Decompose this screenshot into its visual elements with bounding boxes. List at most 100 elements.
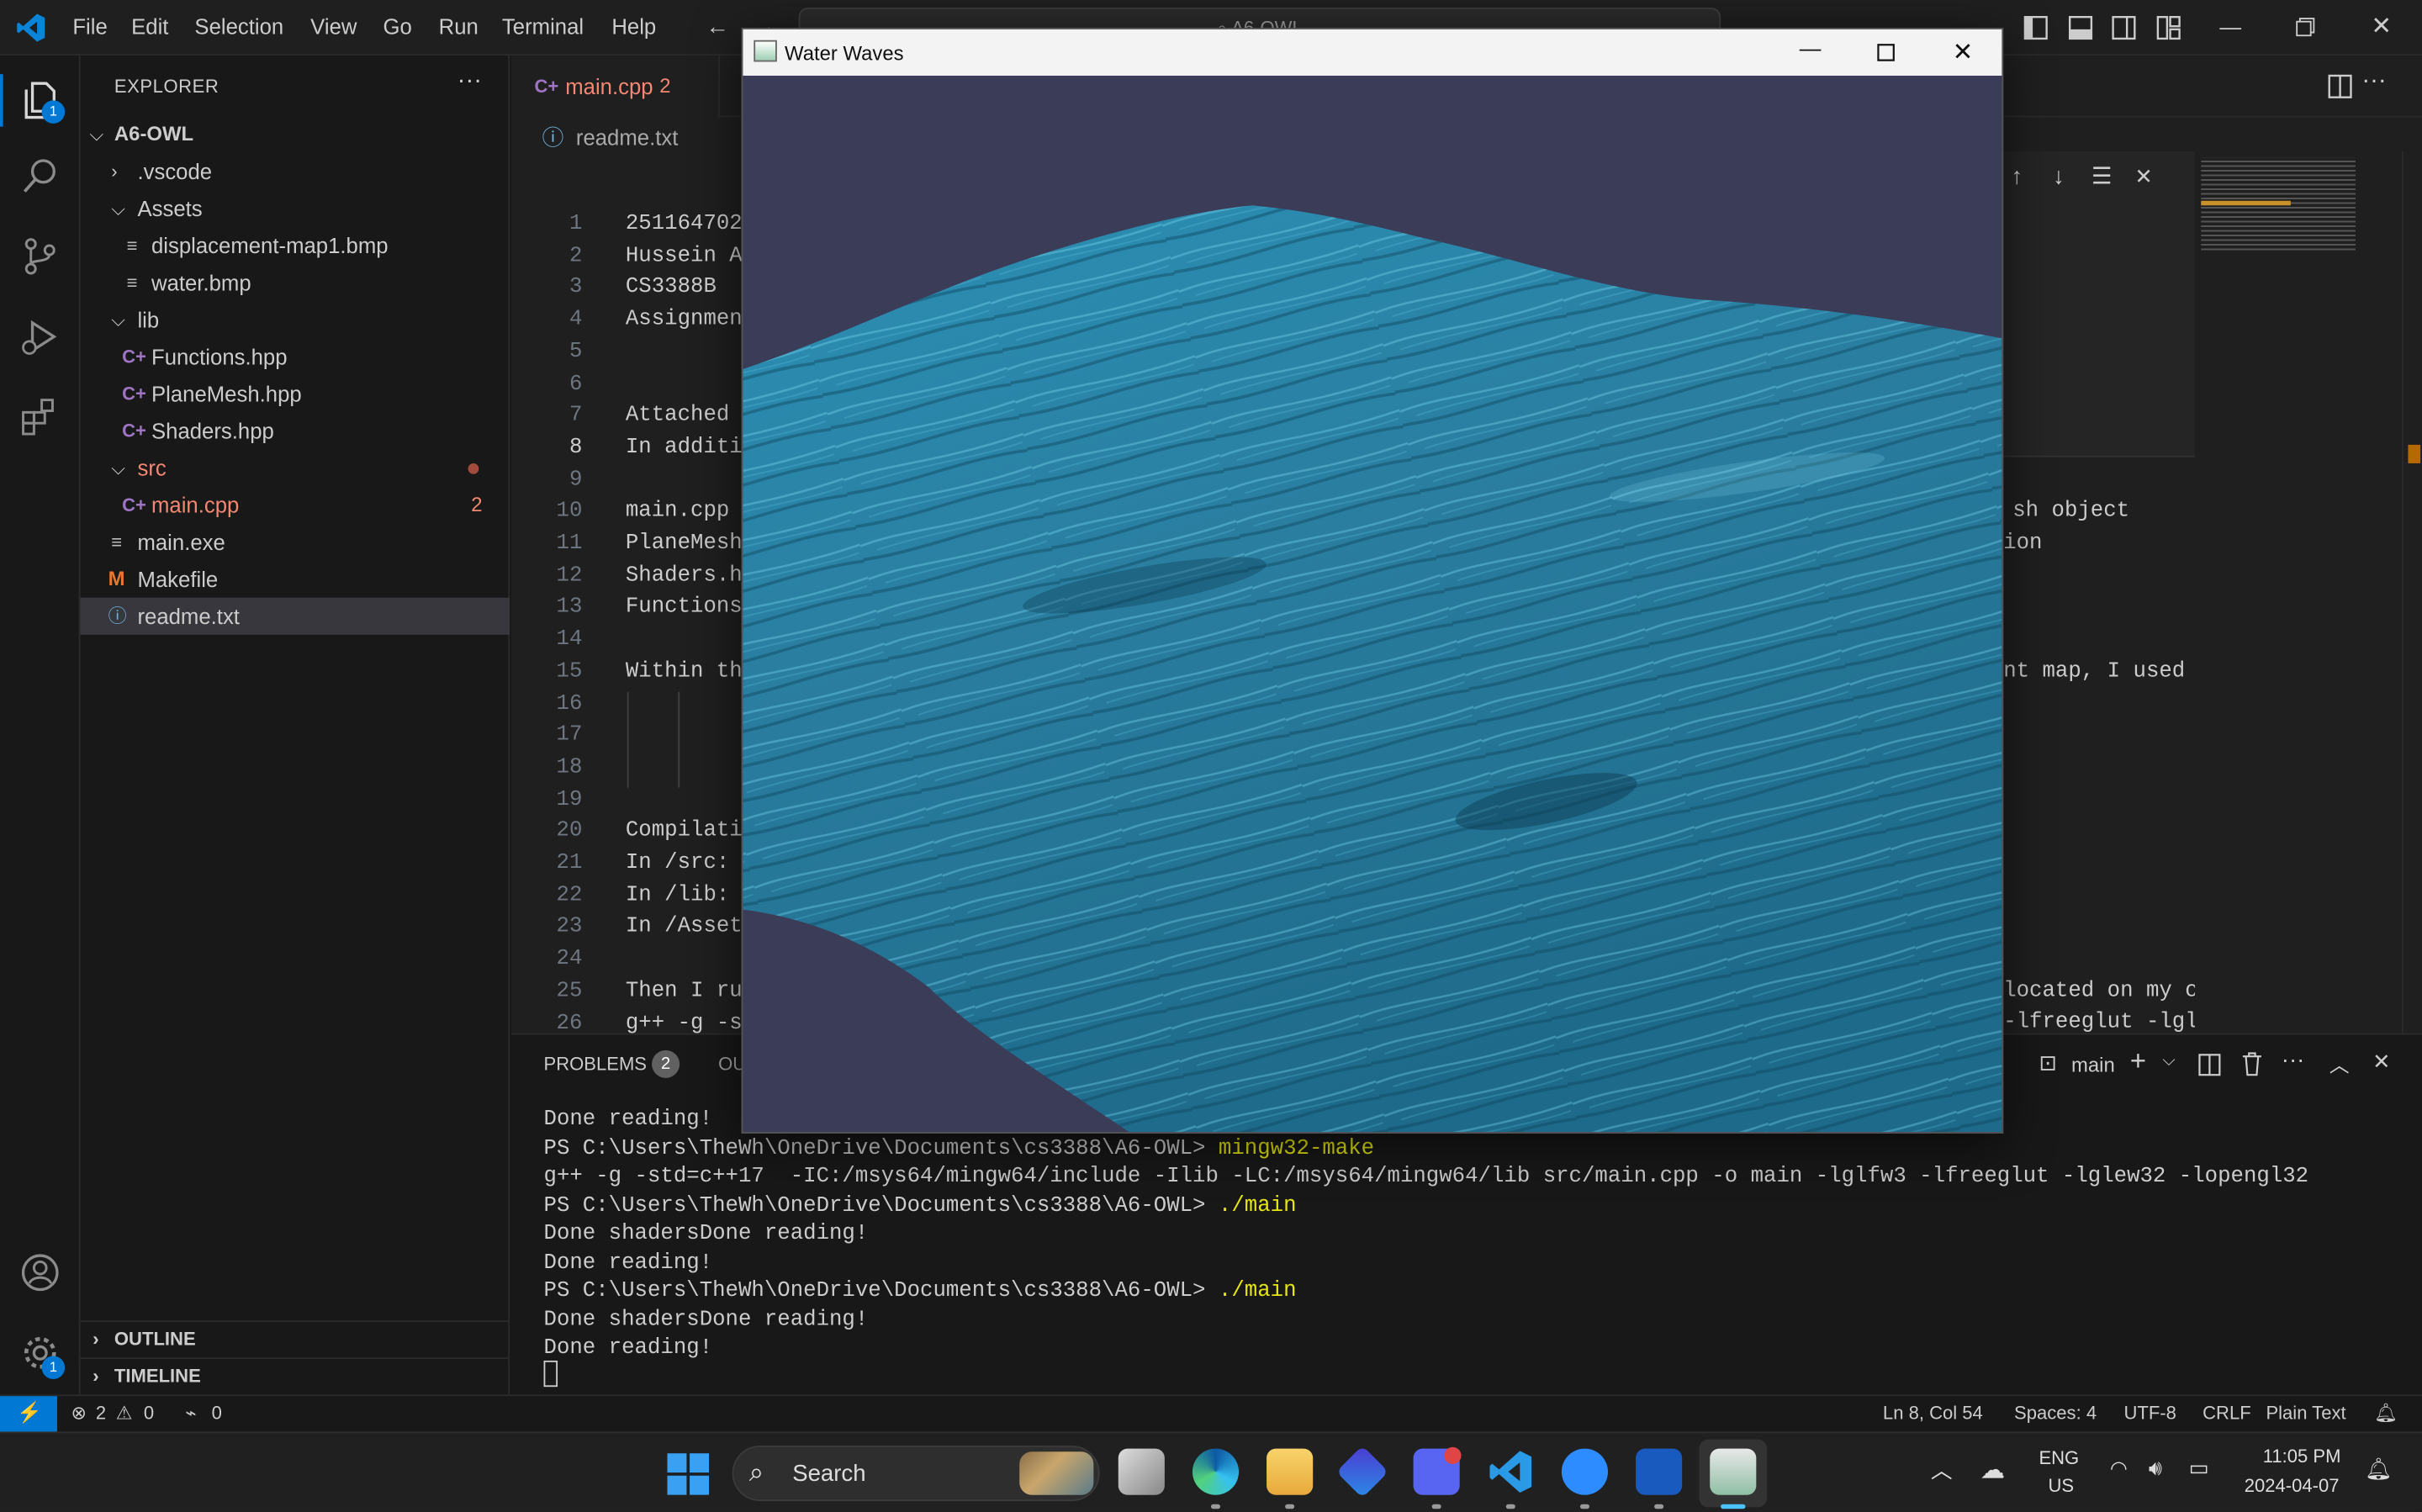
tree-item-main-cpp[interactable]: C+ main.cpp 2 [81, 486, 510, 523]
window-title-bar[interactable]: Water Waves — ✕ [743, 29, 2002, 76]
close-icon[interactable]: ✕ [1953, 37, 1974, 68]
zoom-icon[interactable] [1561, 1448, 1609, 1495]
modified-dot [468, 463, 479, 474]
back-arrow-icon[interactable]: ← [706, 14, 729, 40]
indent-guide [627, 690, 629, 787]
close-find-icon[interactable]: ✕ [2134, 164, 2153, 190]
taskbar-search[interactable]: ⌕ Search [732, 1445, 1100, 1502]
outline-section[interactable]: › OUTLINE [80, 1320, 510, 1357]
notification-bell-icon[interactable]: 🔔︎ [2365, 1456, 2393, 1483]
toggle-panel-icon[interactable] [2068, 15, 2093, 40]
battery-icon[interactable]: ▭ [2189, 1455, 2209, 1481]
code-line: In /lib: [625, 882, 743, 908]
tree-item-src[interactable]: ⌵ src [81, 449, 510, 486]
wifi-icon[interactable]: ◠ [2110, 1456, 2128, 1481]
minimap[interactable] [2194, 151, 2403, 1034]
encoding[interactable]: UTF-8 [2123, 1403, 2176, 1425]
search-icon[interactable] [19, 155, 61, 198]
minimize-icon[interactable]: — [1800, 35, 1822, 60]
tree-item-makefile[interactable]: M Makefile [81, 561, 510, 598]
split-editor-icon[interactable] [2328, 74, 2352, 98]
menu-run[interactable]: Run [439, 14, 479, 39]
maximize-panel-icon[interactable]: ︿ [2329, 1049, 2350, 1078]
close-panel-icon[interactable]: ✕ [2372, 1049, 2391, 1075]
run-debug-icon[interactable] [19, 315, 61, 358]
editor-more-icon[interactable]: ··· [2361, 68, 2386, 96]
end-of-line[interactable]: CRLF [2203, 1403, 2251, 1425]
account-icon[interactable] [19, 1251, 61, 1294]
tree-root[interactable]: ⌵ A6-OWL [81, 116, 510, 153]
clock-time[interactable]: 11:05 PM [2263, 1446, 2341, 1467]
new-terminal-icon[interactable]: + [2130, 1045, 2146, 1078]
menu-edit[interactable]: Edit [131, 14, 168, 39]
copilot-icon[interactable] [1335, 1446, 1389, 1499]
windows-start-icon[interactable] [667, 1453, 710, 1495]
tree-item-water-bmp[interactable]: ≡ water.bmp [81, 264, 510, 301]
split-terminal-icon[interactable] [2198, 1053, 2222, 1076]
previous-match-icon[interactable]: ↑ [2011, 164, 2023, 190]
tree-item-vscode[interactable]: › .vscode [81, 153, 510, 190]
tree-item-readme[interactable]: ⓘ readme.txt [80, 597, 510, 635]
tree-item-planemesh-hpp[interactable]: C+ PlaneMesh.hpp [81, 375, 510, 412]
extensions-icon[interactable] [19, 395, 61, 438]
tab-problems[interactable]: PROBLEMS [544, 1053, 647, 1075]
source-control-icon[interactable] [19, 235, 61, 278]
toggle-sidebar-icon[interactable] [2023, 15, 2048, 40]
customize-layout-icon[interactable] [2156, 15, 2181, 40]
remote-indicator[interactable]: ⚡ [0, 1396, 57, 1434]
problems-count-badge: 2 [652, 1049, 680, 1078]
minimize-icon[interactable]: — [2219, 14, 2241, 39]
menu-file[interactable]: File [72, 14, 107, 39]
tab-main-cpp[interactable]: C+ main.cpp 2 [510, 56, 720, 118]
errors-icon[interactable]: ⊗ [71, 1403, 86, 1425]
menu-view[interactable]: View [310, 14, 357, 39]
code-line: main.cpp [625, 499, 743, 525]
onedrive-cloud-icon[interactable]: ☁ [1980, 1455, 2005, 1486]
code-line: Then I ru [625, 978, 743, 1004]
trash-icon[interactable] [2241, 1052, 2263, 1076]
code-line: In /Asset [625, 914, 743, 940]
settings-badge: 1 [41, 1356, 66, 1379]
tree-item-main-exe[interactable]: ≡ main.exe [81, 524, 510, 561]
maximize-icon[interactable] [1877, 43, 1896, 61]
breadcrumb[interactable]: ⓘ readme.txt [542, 122, 679, 153]
tree-item-shaders-hpp[interactable]: C+ Shaders.hpp [81, 412, 510, 449]
terminal-name[interactable]: main [2071, 1053, 2115, 1076]
more-actions-icon[interactable]: ··· [457, 68, 482, 96]
notifications-bell-icon[interactable]: 🔔︎ [2374, 1403, 2398, 1425]
menu-help[interactable]: Help [611, 14, 656, 39]
tree-item-displacement-map[interactable]: ≡ displacement-map1.bmp [81, 227, 510, 264]
water-waves-app-icon[interactable] [1710, 1448, 1757, 1495]
language-indicator[interactable]: ENG [2039, 1447, 2079, 1469]
editor-scrollbar[interactable] [2402, 151, 2422, 1034]
menu-selection[interactable]: Selection [194, 14, 283, 39]
vscode-taskbar-icon[interactable] [1488, 1449, 1534, 1495]
language-mode[interactable]: Plain Text [2266, 1403, 2345, 1425]
volume-icon[interactable]: 🔊︎ [2149, 1455, 2162, 1481]
word-icon[interactable] [1636, 1448, 1683, 1495]
cursor-position[interactable]: Ln 8, Col 54 [1883, 1403, 1983, 1425]
show-hidden-icons[interactable]: ︿ [1931, 1455, 1953, 1486]
file-explorer-icon[interactable] [1267, 1448, 1314, 1495]
tree-item-functions-hpp[interactable]: C+ Functions.hpp [81, 338, 510, 375]
running-indicator [1579, 1504, 1589, 1509]
find-in-selection-icon[interactable]: ☰ [2091, 162, 2113, 190]
task-view-icon[interactable] [1118, 1448, 1165, 1495]
edge-browser-icon[interactable] [1192, 1448, 1240, 1495]
toggle-secondary-sidebar-icon[interactable] [2112, 15, 2136, 40]
indentation[interactable]: Spaces: 4 [2014, 1403, 2097, 1425]
tree-item-assets[interactable]: ⌵ Assets [81, 190, 510, 227]
timeline-section[interactable]: › TIMELINE [80, 1357, 510, 1394]
water-waves-window[interactable]: Water Waves — ✕ [741, 28, 2004, 1134]
line-number: 19 [556, 786, 583, 812]
menu-terminal[interactable]: Terminal [502, 14, 584, 39]
chevron-down-icon[interactable]: ⌵ [2162, 1052, 2175, 1072]
panel-more-icon[interactable]: ··· [2282, 1047, 2305, 1073]
ports-icon[interactable]: ⌁ [185, 1403, 196, 1425]
tree-item-lib[interactable]: ⌵ lib [81, 301, 510, 338]
close-icon[interactable]: ✕ [2371, 11, 2392, 42]
restore-icon[interactable] [2295, 17, 2315, 37]
next-match-icon[interactable]: ↓ [2053, 164, 2065, 190]
cpp-file-icon: C+ [122, 346, 146, 368]
menu-go[interactable]: Go [383, 14, 412, 39]
